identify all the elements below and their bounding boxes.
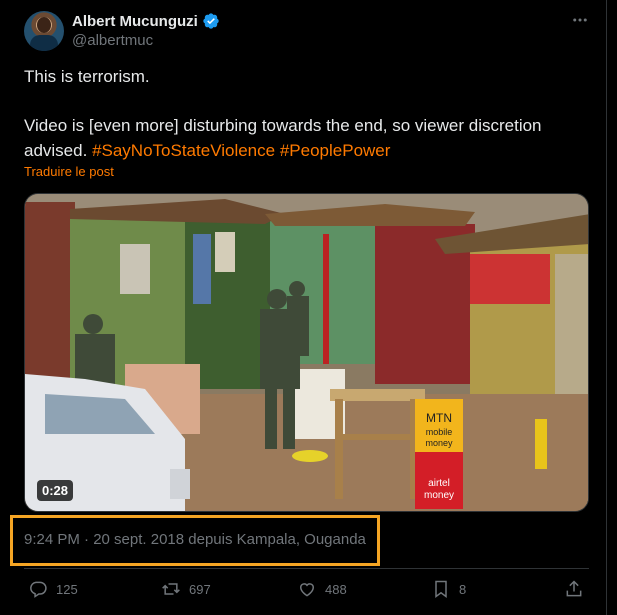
like-count: 488	[325, 581, 347, 597]
author-handle[interactable]: @albertmuc	[72, 32, 153, 49]
share-button[interactable]	[564, 579, 584, 599]
post-text-line1: This is terrorism.	[24, 67, 150, 86]
repost-count: 697	[189, 581, 211, 597]
author-name[interactable]: Albert Mucunguzi	[72, 13, 198, 30]
reply-icon	[30, 581, 47, 598]
avatar-body	[30, 35, 58, 51]
hashtag-link[interactable]: #SayNoToStateViolence	[92, 141, 275, 160]
video-duration: 0:28	[37, 480, 74, 501]
post-text: This is terrorism. Video is [even more] …	[24, 64, 584, 163]
sign-airtel-text: airtel	[428, 478, 450, 489]
author-row: Albert Mucunguzi	[72, 12, 220, 30]
like-button[interactable]: 488	[297, 579, 347, 599]
avatar-head	[37, 17, 51, 33]
column-border	[606, 0, 607, 615]
repost-button[interactable]: 697	[161, 579, 211, 599]
reply-count: 125	[56, 581, 78, 597]
verified-badge-icon	[203, 13, 219, 29]
more-icon[interactable]	[570, 10, 590, 30]
bookmark-button[interactable]: 8	[431, 579, 466, 599]
like-icon	[299, 583, 315, 597]
post-timestamp[interactable]: 9:24 PM · 20 sept. 2018 depuis Kampala, …	[24, 531, 366, 548]
post: Albert Mucunguzi @albertmuc This is terr…	[0, 0, 606, 615]
bookmark-icon	[435, 580, 447, 598]
bookmark-count: 8	[459, 581, 467, 597]
post-text-paragraph: Video is [even more] disturbing towards …	[24, 113, 584, 163]
avatar[interactable]	[24, 11, 64, 51]
share-icon	[566, 580, 582, 597]
divider	[24, 568, 589, 569]
sign-mtn-text: MTN	[426, 411, 452, 425]
sign-mobile-text: mobile	[426, 427, 453, 437]
hashtag-link[interactable]: #PeoplePower	[280, 141, 391, 160]
sign-airtel-money-text: money	[424, 490, 454, 501]
video-frame: MTN mobile money airtel money	[25, 194, 588, 511]
video-player[interactable]: MTN mobile money airtel money 0:28	[24, 193, 589, 512]
reply-button[interactable]: 125	[28, 579, 78, 599]
action-bar: 125 697 488 8	[24, 577, 589, 605]
translate-link[interactable]: Traduire le post	[24, 164, 114, 179]
sign-money-text: money	[425, 438, 453, 448]
repost-icon	[162, 583, 180, 595]
